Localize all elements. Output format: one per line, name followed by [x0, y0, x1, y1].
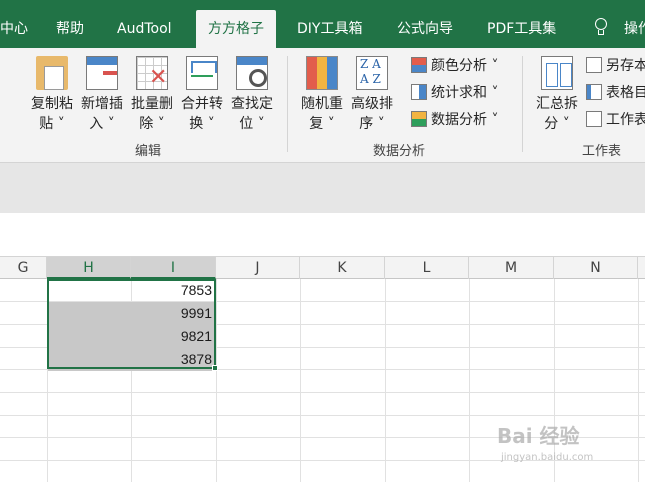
column-header-g[interactable]: G: [0, 257, 47, 279]
table-index-icon: [586, 84, 602, 100]
tab-tell-me[interactable]: 操作: [624, 10, 645, 48]
tab-formula-wizard[interactable]: 公式向导: [397, 10, 453, 48]
group-label-edit: 编辑: [135, 144, 162, 159]
toolbar-area: [0, 163, 645, 213]
tab-help[interactable]: 帮助: [56, 10, 84, 48]
tab-audtool[interactable]: AudTool: [117, 10, 172, 48]
row-line: [0, 415, 645, 416]
color-analysis-button[interactable]: 颜色分析 ˅: [411, 55, 498, 77]
column-line: [638, 279, 639, 482]
find-locate-button[interactable]: 查找定位 ˅: [227, 52, 277, 134]
column-line: [300, 279, 301, 482]
save-as-button[interactable]: 另存本: [586, 55, 645, 77]
column-header-l[interactable]: L: [385, 257, 469, 279]
group-divider: [287, 56, 288, 152]
column-header-m[interactable]: M: [469, 257, 554, 279]
batch-delete-button[interactable]: 批量删除 ˅: [127, 52, 177, 134]
merge-convert-icon: [186, 56, 218, 90]
tab-pdf-tools[interactable]: PDF工具集: [487, 10, 556, 48]
stats-sum-icon: [411, 84, 427, 100]
worksheet-icon: [586, 111, 602, 127]
stats-sum-button[interactable]: 统计求和 ˅: [411, 82, 498, 104]
fill-handle[interactable]: [212, 365, 218, 371]
advanced-sort-button[interactable]: Z AA Z 高级排序 ˅: [347, 52, 397, 134]
sort-az-icon: Z AA Z: [356, 56, 388, 90]
data-analysis-button[interactable]: 数据分析 ˅: [411, 109, 498, 131]
worksheet-button[interactable]: 工作表: [586, 109, 645, 131]
group-label-worksheet: 工作表: [582, 144, 622, 159]
formula-bar[interactable]: [0, 213, 645, 257]
random-repeat-icon: [306, 56, 338, 90]
lightbulb-icon[interactable]: [594, 18, 608, 38]
tab-fangfang[interactable]: 方方格子: [196, 10, 276, 48]
column-header-k[interactable]: K: [300, 257, 385, 279]
column-line: [469, 279, 470, 482]
merge-convert-button[interactable]: 合并转换 ˅: [177, 52, 227, 134]
find-locate-icon: [236, 56, 268, 90]
data-analysis-icon: [411, 111, 427, 127]
column-header-row: G H I J K L M N: [0, 257, 645, 279]
column-header-h[interactable]: H: [47, 257, 131, 279]
save-as-icon: [586, 57, 602, 73]
random-repeat-button[interactable]: 随机重复 ˅: [297, 52, 347, 134]
summary-split-icon: [541, 56, 573, 90]
ribbon-tab-bar: 中心 帮助 AudTool 方方格子 DIY工具箱 公式向导 PDF工具集 操作: [0, 0, 645, 48]
watermark-logo: Bai 经验 jingyan.baidu.com: [497, 424, 594, 463]
table-index-button[interactable]: 表格目: [586, 82, 645, 104]
column-line: [216, 279, 217, 482]
tab-diy-toolbox[interactable]: DIY工具箱: [297, 10, 362, 48]
group-divider: [522, 56, 523, 152]
summary-split-button[interactable]: 汇总拆分 ˅: [532, 52, 582, 134]
insert-button[interactable]: 新增插入 ˅: [77, 52, 127, 134]
batch-delete-icon: [136, 56, 168, 90]
insert-row-icon: [86, 56, 118, 90]
tab-center[interactable]: 中心: [0, 10, 28, 48]
selection-range: [47, 279, 216, 369]
clipboard-paste-icon: [36, 56, 68, 90]
group-label-data-analysis: 数据分析: [373, 144, 426, 159]
color-analysis-icon: [411, 57, 427, 73]
column-line: [385, 279, 386, 482]
column-header-j[interactable]: J: [216, 257, 300, 279]
column-header-i[interactable]: I: [131, 257, 216, 279]
copy-paste-button[interactable]: 复制粘贴 ˅: [27, 52, 77, 134]
row-line: [0, 392, 645, 393]
column-header-n[interactable]: N: [554, 257, 638, 279]
